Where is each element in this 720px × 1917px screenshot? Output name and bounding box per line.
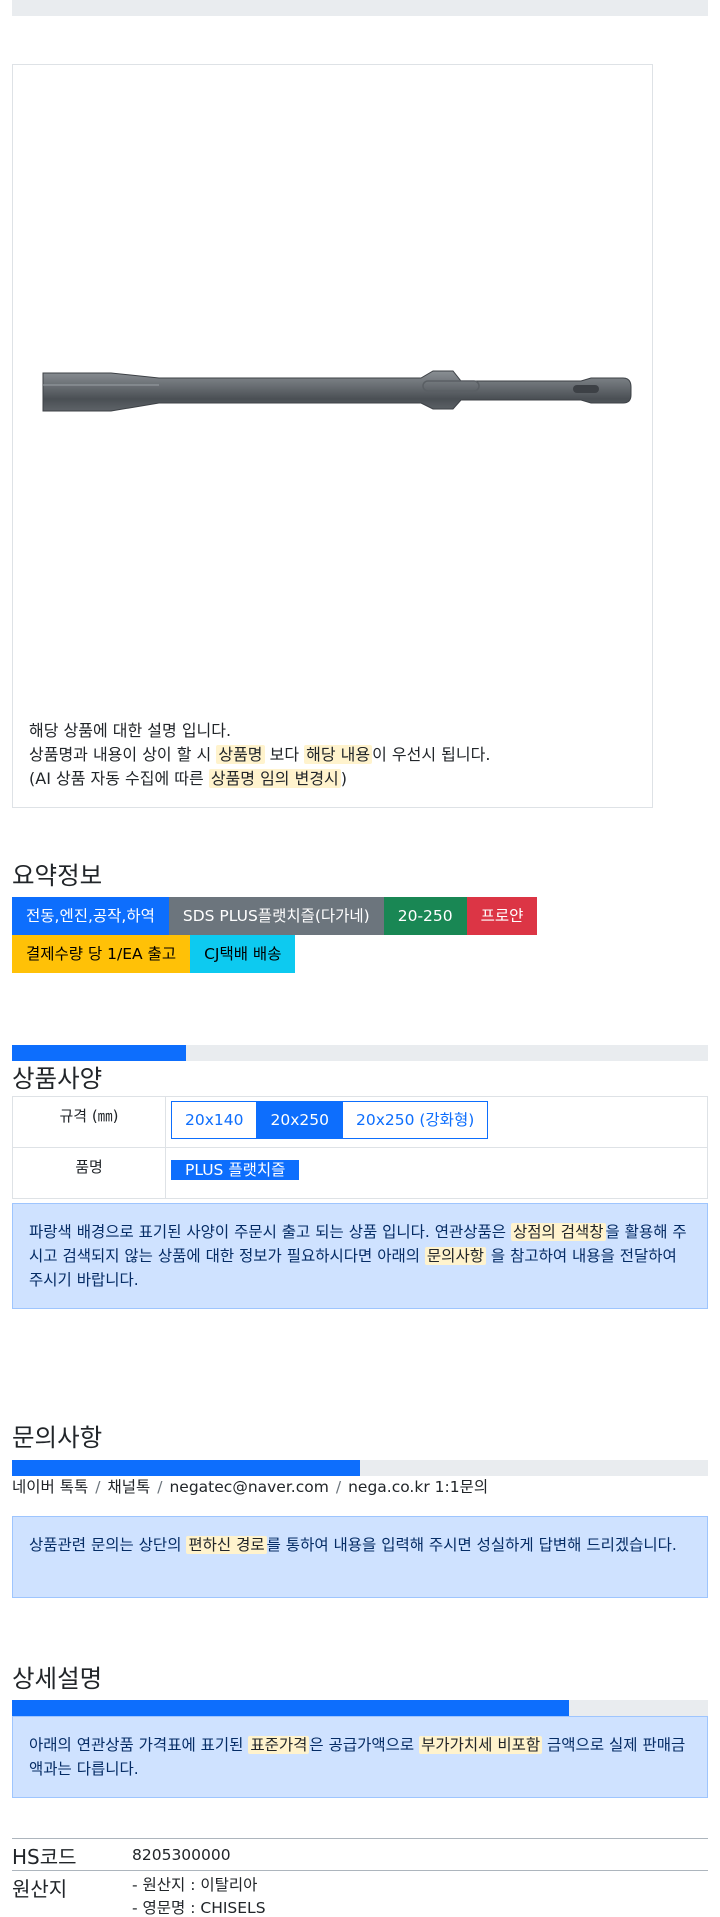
origin-label: 원산지 [12, 1877, 68, 1901]
notice-text: 아래의 연관상품 가격표에 표기된 [29, 1736, 249, 1754]
size-option-20x140[interactable]: 20x140 [171, 1101, 258, 1139]
channel-separator: / [95, 1478, 101, 1496]
highlight-vat-excluded: 부가가치세 비포함 [419, 1736, 543, 1754]
origin-country: - 원산지 : 이탈리아 [132, 1876, 258, 1894]
product-image-card: 해당 상품에 대한 설명 입니다. 상품명과 내용이 상이 할 시 상품명 보다… [12, 64, 653, 808]
description-line-1: 해당 상품에 대한 설명 입니다. [29, 721, 232, 740]
hs-code-label: HS코드 [12, 1845, 77, 1869]
highlight-product-name: 상품명 [216, 745, 265, 764]
highlight-name-change: 상품명 임의 변경시 [208, 769, 341, 788]
description-text: ) [340, 769, 348, 788]
channel-email[interactable]: negatec@naver.com [169, 1478, 328, 1496]
quantity-badge: 결제수량 당 1/EA 출고 [12, 935, 191, 973]
spec-progress-bar [12, 1045, 708, 1061]
inquiry-title: 문의사항 [12, 1423, 103, 1452]
spec-label-size: 규격 (㎜) [12, 1096, 166, 1148]
spec-name-options: PLUS 플랫치즐 [165, 1147, 708, 1199]
description-text: (AI 상품 자동 수집에 따른 [29, 769, 209, 788]
notice-text: 은 공급가액으로 [309, 1736, 420, 1754]
highlight-content: 해당 내용 [304, 745, 373, 764]
size-option-group: 20x140 20x250 20x250 (강화형) [171, 1101, 489, 1139]
description-line-3: (AI 상품 자동 수집에 따른 상품명 임의 변경시) [29, 767, 490, 791]
highlight-search-box: 상점의 검색창 [511, 1223, 606, 1241]
category-badge: 전동,엔진,공작,하역 [12, 897, 169, 935]
spec-row-size: 규격 (㎜) 20x140 20x250 20x250 (강화형) [12, 1096, 708, 1148]
top-divider-bar [12, 0, 708, 16]
highlight-standard-price: 표준가격 [248, 1736, 310, 1754]
size-option-20x250[interactable]: 20x250 [256, 1101, 343, 1139]
origin-english-name: - 영문명 : CHISELS [132, 1899, 266, 1917]
notice-text: 상품관련 문의는 상단의 [29, 1536, 187, 1554]
brand-badge: 프로얀 [466, 897, 538, 935]
origin-row: 원산지 - 원산지 : 이탈리아 - 영문명 : CHISELS [12, 1870, 708, 1917]
notice-text: 를 통하여 내용을 입력해 주시면 성실하게 답변해 드리겠습니다. [266, 1536, 677, 1554]
detail-progress-bar [12, 1700, 708, 1716]
inquiry-progress-fill [12, 1460, 360, 1476]
spec-size-options: 20x140 20x250 20x250 (강화형) [165, 1096, 708, 1148]
hs-code-row: HS코드 8205300000 [12, 1838, 708, 1870]
inquiry-progress-bar [12, 1460, 708, 1476]
summary-title: 요약정보 [12, 861, 103, 890]
inquiry-channels: 네이버 톡톡 / 채널톡 / negatec@naver.com / nega.co.kr … [12, 1475, 488, 1497]
channel-separator: / [157, 1478, 163, 1496]
chisel-product-image [42, 370, 632, 412]
spec-notice: 파랑색 배경으로 표기된 사양이 주문시 출고 되는 상품 입니다. 연관상품은… [12, 1203, 708, 1309]
summary-badges-row-1: 전동,엔진,공작,하역 SDS PLUS플랫치즐(다가네) 20-250 프로얀 [12, 897, 538, 935]
detail-progress-fill [12, 1700, 569, 1716]
highlight-preferred-route: 편하신 경로 [186, 1536, 267, 1554]
spec-table: 규격 (㎜) 20x140 20x250 20x250 (강화형) 품명 PLU… [12, 1096, 708, 1199]
spec-title: 상품사양 [12, 1064, 103, 1093]
spec-label-name: 품명 [12, 1147, 166, 1199]
description-text: 보다 [264, 745, 305, 764]
channel-separator: / [335, 1478, 342, 1496]
size-option-20x250-reinforced[interactable]: 20x250 (강화형) [341, 1101, 489, 1139]
product-name-badge: SDS PLUS플랫치즐(다가네) [168, 897, 384, 935]
spec-row-name: 품명 PLUS 플랫치즐 [12, 1147, 708, 1199]
description-text: 이 우선시 됩니다. [372, 745, 491, 764]
name-option-plus-flat-chisel[interactable]: PLUS 플랫치즐 [171, 1160, 300, 1180]
inquiry-notice: 상품관련 문의는 상단의 편하신 경로 를 통하여 내용을 입력해 주시면 성실하… [12, 1516, 708, 1598]
spec-progress-fill [12, 1045, 186, 1061]
channel-channeltalk[interactable]: 채널톡 [107, 1478, 150, 1496]
channel-naver-talktalk[interactable]: 네이버 톡톡 [12, 1478, 88, 1496]
summary-badges-row-2: 결제수량 당 1/EA 출고 CJ택배 배송 [12, 935, 296, 973]
hs-code-value: 8205300000 [132, 1846, 231, 1864]
size-badge: 20-250 [383, 897, 467, 935]
product-description: 해당 상품에 대한 설명 입니다. 상품명과 내용이 상이 할 시 상품명 보다… [29, 719, 490, 791]
notice-text: 파랑색 배경으로 표기된 사양이 주문시 출고 되는 상품 입니다. 연관상품은 [29, 1223, 511, 1241]
shipping-badge: CJ택배 배송 [190, 935, 296, 973]
description-text: 상품명과 내용이 상이 할 시 [29, 745, 217, 764]
highlight-inquiry: 문의사항 [424, 1247, 486, 1265]
detail-notice: 아래의 연관상품 가격표에 표기된 표준가격 은 공급가액으로 부가가치세 비포함… [12, 1716, 708, 1798]
description-line-2: 상품명과 내용이 상이 할 시 상품명 보다 해당 내용 이 우선시 됩니다. [29, 743, 490, 767]
detail-title: 상세설명 [12, 1664, 103, 1693]
channel-website-inquiry[interactable]: nega.co.kr 1:1문의 [348, 1478, 488, 1496]
